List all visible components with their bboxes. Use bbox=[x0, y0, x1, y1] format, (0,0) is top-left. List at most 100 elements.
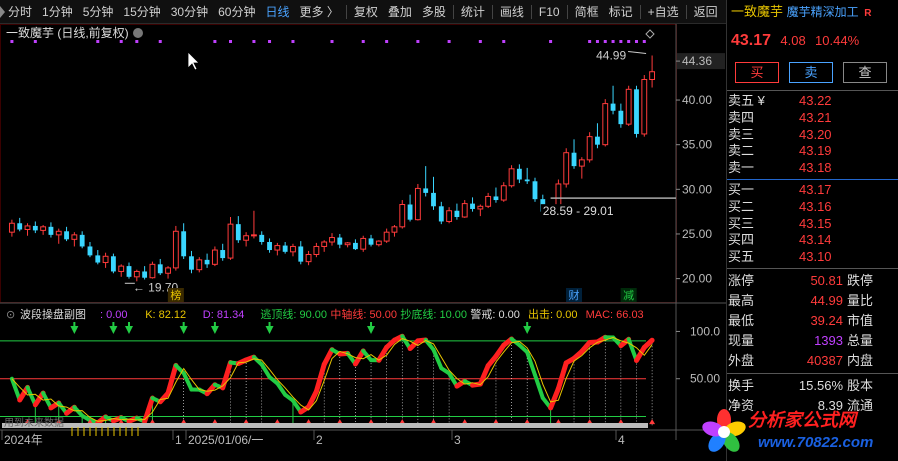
order-book-row[interactable]: 买三 43.15 bbox=[727, 216, 898, 233]
toolbar-item[interactable]: F10 bbox=[534, 0, 565, 24]
order-book-row[interactable]: 买二 43.16 bbox=[727, 199, 898, 216]
candle-body[interactable] bbox=[211, 249, 218, 265]
candle-body[interactable] bbox=[493, 196, 499, 201]
candle-body[interactable] bbox=[8, 222, 15, 233]
candle-body[interactable] bbox=[251, 234, 257, 237]
candle-body[interactable] bbox=[353, 242, 358, 250]
toolbar-item[interactable]: 多股 bbox=[417, 0, 451, 24]
order-book-row[interactable]: 卖五 ¥ 43.22 bbox=[727, 93, 898, 110]
toolbar-item[interactable]: 复权 bbox=[349, 0, 383, 24]
toolbar-item[interactable]: 5分钟 bbox=[78, 0, 119, 24]
order-book-row[interactable]: 卖三 43.20 bbox=[727, 127, 898, 144]
toolbar-item[interactable]: 15分钟 bbox=[118, 0, 165, 24]
candle-body[interactable] bbox=[32, 225, 38, 231]
candle-body[interactable] bbox=[305, 254, 312, 263]
candle-body[interactable] bbox=[157, 264, 163, 274]
candle-body[interactable] bbox=[220, 250, 226, 259]
candle-body[interactable] bbox=[196, 259, 203, 271]
candle-body[interactable] bbox=[17, 223, 23, 230]
toolbar-item[interactable]: 30分钟 bbox=[166, 0, 213, 24]
candle-body[interactable] bbox=[165, 267, 171, 274]
toolbar-item[interactable]: 60分钟 bbox=[213, 0, 260, 24]
candle-body[interactable] bbox=[267, 242, 272, 251]
candle-body[interactable] bbox=[40, 226, 47, 231]
candle-body[interactable] bbox=[610, 103, 616, 111]
order-book-row[interactable]: 买一 43.17 bbox=[727, 182, 898, 199]
candle-body[interactable] bbox=[532, 181, 538, 200]
candle-body[interactable] bbox=[649, 71, 656, 81]
buy-button[interactable]: 买 bbox=[735, 62, 779, 83]
candle-body[interactable] bbox=[461, 203, 468, 218]
candle-body[interactable] bbox=[368, 238, 374, 245]
candle-body[interactable] bbox=[149, 263, 156, 279]
toolbar-item[interactable]: 分时 bbox=[0, 0, 37, 24]
candle-body[interactable] bbox=[446, 210, 453, 222]
candle-body[interactable] bbox=[423, 188, 429, 193]
candle-body[interactable] bbox=[438, 206, 444, 222]
candle-body[interactable] bbox=[126, 266, 132, 277]
candle-body[interactable] bbox=[133, 270, 140, 278]
candle-body[interactable] bbox=[586, 136, 593, 161]
toolbar-item[interactable]: 画线 bbox=[495, 0, 529, 24]
candle-body[interactable] bbox=[634, 89, 639, 134]
candle-body[interactable] bbox=[563, 152, 570, 185]
candle-body[interactable] bbox=[360, 237, 367, 250]
candle-body[interactable] bbox=[48, 226, 54, 235]
lookup-button[interactable]: 查 bbox=[843, 62, 887, 83]
toolbar-item[interactable]: 返回 bbox=[689, 0, 723, 24]
candle-body[interactable] bbox=[602, 103, 609, 146]
candle-body[interactable] bbox=[431, 192, 436, 207]
candle-body[interactable] bbox=[344, 242, 351, 246]
candle-body[interactable] bbox=[290, 245, 296, 253]
candle-body[interactable] bbox=[595, 136, 600, 145]
order-book-row[interactable]: 卖四 43.21 bbox=[727, 110, 898, 127]
candle-body[interactable] bbox=[142, 271, 148, 278]
candle-body[interactable] bbox=[391, 226, 398, 233]
candle-body[interactable] bbox=[578, 159, 585, 167]
industry-tag[interactable]: 魔芋精深加工 bbox=[787, 5, 859, 19]
candle-body[interactable] bbox=[477, 205, 484, 210]
candle-body[interactable] bbox=[243, 235, 250, 241]
candle-body[interactable] bbox=[641, 79, 648, 135]
candle-body[interactable] bbox=[383, 231, 390, 242]
candle-body[interactable] bbox=[407, 204, 413, 220]
title-dropdown-icon[interactable] bbox=[133, 28, 143, 38]
candle-body[interactable] bbox=[625, 88, 632, 125]
candle-body[interactable] bbox=[172, 230, 179, 269]
candle-body[interactable] bbox=[571, 152, 577, 167]
candle-body[interactable] bbox=[110, 256, 116, 272]
toolbar-item[interactable]: 简框 bbox=[570, 0, 604, 24]
order-book-row[interactable]: 买五 43.10 bbox=[727, 249, 898, 266]
candle-body[interactable] bbox=[282, 245, 288, 252]
candle-body[interactable] bbox=[227, 223, 234, 259]
candle-body[interactable] bbox=[102, 255, 109, 264]
candle-body[interactable] bbox=[618, 110, 624, 125]
candle-body[interactable] bbox=[71, 234, 78, 240]
candle-body[interactable] bbox=[313, 245, 320, 255]
candle-body[interactable] bbox=[485, 195, 492, 207]
toolbar-item[interactable]: +自选 bbox=[643, 0, 684, 24]
toolbar-item[interactable]: 1分钟 bbox=[37, 0, 78, 24]
candle-body[interactable] bbox=[298, 246, 304, 262]
candle-body[interactable] bbox=[337, 237, 343, 245]
candle-body[interactable] bbox=[274, 245, 281, 251]
kline-chart[interactable]: 一致魔芋 (日线,前复权) 44.36 40.00 35.00 30.00 25.00 20… bbox=[0, 24, 726, 461]
candle-body[interactable] bbox=[259, 234, 265, 242]
candle-body[interactable] bbox=[235, 224, 241, 241]
order-book-row[interactable]: 卖二 43.19 bbox=[727, 143, 898, 160]
candle-body[interactable] bbox=[64, 231, 69, 240]
candle-body[interactable] bbox=[508, 168, 515, 187]
candle-body[interactable] bbox=[524, 179, 530, 182]
sell-button[interactable]: 卖 bbox=[789, 62, 833, 83]
toolbar-item[interactable]: 统计 bbox=[456, 0, 490, 24]
candle-body[interactable] bbox=[516, 168, 522, 180]
candle-body[interactable] bbox=[470, 203, 475, 209]
candle-body[interactable] bbox=[87, 246, 93, 256]
candle-body[interactable] bbox=[500, 185, 507, 201]
candle-body[interactable] bbox=[118, 265, 125, 272]
order-book-row[interactable]: 买四 43.14 bbox=[727, 232, 898, 249]
toolbar-item[interactable]: 更多 〉 bbox=[294, 0, 343, 24]
candle-body[interactable] bbox=[321, 241, 328, 247]
candle-body[interactable] bbox=[181, 231, 187, 257]
order-book-row[interactable]: 卖一 43.18 bbox=[727, 160, 898, 177]
